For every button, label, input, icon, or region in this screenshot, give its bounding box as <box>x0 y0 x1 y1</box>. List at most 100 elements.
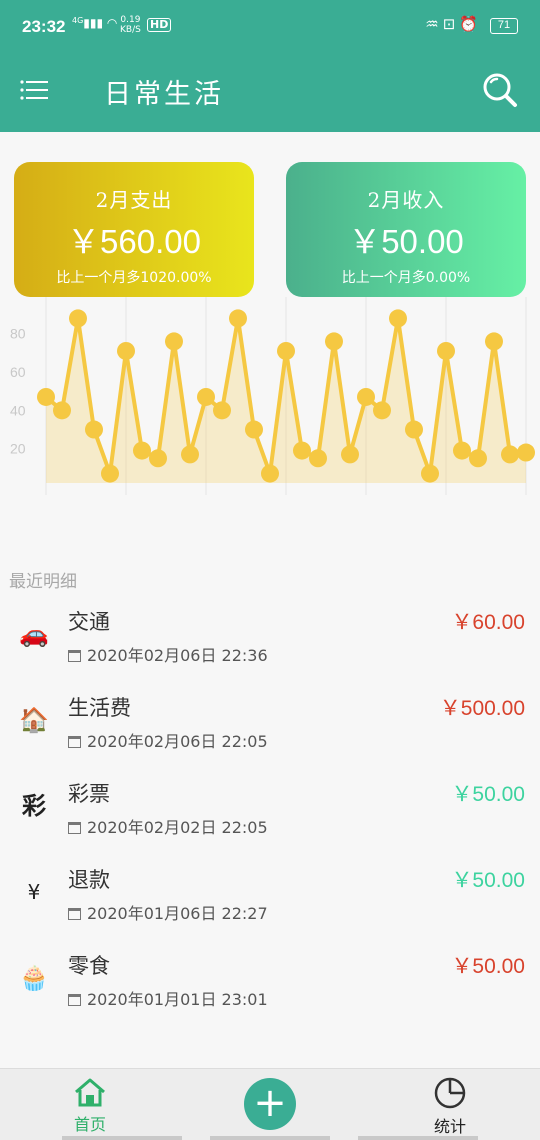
data-point <box>421 464 439 483</box>
page-title: 日常生活 <box>104 79 224 110</box>
data-point <box>309 449 327 468</box>
data-point <box>181 445 199 464</box>
nav-stats-indicator <box>358 1136 478 1140</box>
status-time: 23:32 <box>22 17 66 36</box>
add-record-button[interactable]: + <box>244 1078 296 1130</box>
snack-icon: 🧁 <box>19 964 49 992</box>
refund-icon: ¥ <box>27 880 41 904</box>
data-point <box>389 309 407 328</box>
recent-list: 🚗 交通 2020年02月06日 22:36 ￥60.00 🏠 生活费 2020… <box>0 596 540 1026</box>
expense-compare: 比上一个月多1020.00% <box>56 270 212 286</box>
item-name: 彩票 <box>68 782 110 806</box>
nav-home-label: 首页 <box>73 1115 106 1134</box>
expense-label: 2月支出 <box>95 188 173 212</box>
data-point <box>165 332 183 351</box>
y-tick-label: 80 <box>10 326 26 342</box>
expense-summary-card[interactable]: 2月支出 ￥560.00 比上一个月多1020.00% <box>14 162 254 297</box>
data-point <box>517 443 535 462</box>
data-point <box>69 309 87 328</box>
item-name: 交通 <box>68 610 110 634</box>
item-name: 零食 <box>68 954 110 978</box>
item-amount: ￥50.00 <box>451 869 525 892</box>
list-item[interactable]: 🧁 零食 2020年01月01日 23:01 ￥50.00 <box>0 940 540 1026</box>
item-date: 2020年01月01日 23:01 <box>68 986 268 1010</box>
battery-icon: 71 <box>490 18 518 34</box>
alarm-icon: ⏰ <box>459 15 482 33</box>
nav-home[interactable]: 首页 <box>60 1077 120 1137</box>
calendar-icon <box>68 650 81 662</box>
trend-chart: 20 40 60 80 <box>10 297 535 495</box>
item-date: 2020年02月06日 22:36 <box>68 642 268 666</box>
data-point <box>405 420 423 439</box>
vibrate-icon: ♒ <box>425 15 443 33</box>
data-point <box>149 449 167 468</box>
data-point <box>213 401 231 420</box>
calendar-icon <box>68 736 81 748</box>
hd-badge: HD <box>147 18 172 32</box>
nav-home-indicator <box>62 1136 182 1140</box>
item-amount: ￥60.00 <box>451 611 525 634</box>
item-date: 2020年02月02日 22:05 <box>68 814 268 838</box>
list-item[interactable]: ¥ 退款 2020年01月06日 22:27 ￥50.00 <box>0 854 540 940</box>
y-tick-label: 20 <box>10 441 26 457</box>
income-amount: ￥50.00 <box>348 223 464 260</box>
income-label: 2月收入 <box>367 188 445 212</box>
data-point <box>277 341 295 360</box>
data-point <box>469 449 487 468</box>
data-point <box>485 332 503 351</box>
nav-center-indicator <box>210 1136 330 1140</box>
net-speed: 0.19 KB/S <box>120 15 141 35</box>
list-item[interactable]: 🚗 交通 2020年02月06日 22:36 ￥60.00 <box>0 596 540 682</box>
menu-icon[interactable] <box>20 80 48 100</box>
data-point <box>197 387 215 406</box>
y-tick-label: 40 <box>10 402 26 418</box>
data-point <box>117 341 135 360</box>
item-name: 生活费 <box>68 696 131 720</box>
search-icon[interactable] <box>482 72 518 108</box>
status-bar: 23:32 4G▮▮▮ ◠ 0.19 KB/S HD ♒⊡⏰ 71 <box>0 0 540 56</box>
data-point <box>245 420 263 439</box>
data-point <box>325 332 343 351</box>
home-icon <box>75 1078 105 1107</box>
data-point <box>373 401 391 420</box>
data-point <box>85 420 103 439</box>
data-point <box>437 341 455 360</box>
data-point <box>53 401 71 420</box>
data-point <box>501 445 519 464</box>
item-amount: ￥50.00 <box>451 783 525 806</box>
data-point <box>133 441 151 460</box>
list-item[interactable]: 🏠 生活费 2020年02月06日 22:05 ￥500.00 <box>0 682 540 768</box>
calendar-icon <box>68 908 81 920</box>
expense-amount: ￥560.00 <box>67 223 201 260</box>
income-compare: 比上一个月多0.00% <box>341 270 471 286</box>
nav-stats[interactable]: 统计 <box>420 1077 480 1137</box>
item-name: 退款 <box>68 868 110 892</box>
calendar-icon <box>68 994 81 1006</box>
lottery-icon: 彩 <box>22 791 46 820</box>
lock-icon: ⊡ <box>442 15 460 33</box>
house-yen-icon: 🏠 <box>19 706 49 734</box>
data-point <box>37 387 55 406</box>
income-summary-card[interactable]: 2月收入 ￥50.00 比上一个月多0.00% <box>286 162 526 297</box>
list-item[interactable]: 彩 彩票 2020年02月02日 22:05 ￥50.00 <box>0 768 540 854</box>
data-point <box>101 464 119 483</box>
signal-icon: 4G▮▮▮ ◠ <box>72 16 118 30</box>
nav-stats-label: 统计 <box>433 1117 466 1136</box>
item-amount: ￥50.00 <box>451 955 525 978</box>
data-point <box>293 441 311 460</box>
recent-title: 最近明细 <box>9 572 77 592</box>
car-icon: 🚗 <box>19 620 49 648</box>
calendar-icon <box>68 822 81 834</box>
status-icons: ♒⊡⏰ <box>425 15 482 33</box>
y-tick-label: 60 <box>10 364 26 380</box>
pie-chart-icon <box>434 1077 466 1109</box>
data-point <box>341 445 359 464</box>
data-point <box>453 441 471 460</box>
data-point <box>357 387 375 406</box>
data-point <box>261 464 279 483</box>
item-date: 2020年01月06日 22:27 <box>68 900 268 924</box>
data-point <box>229 309 247 328</box>
item-amount: ￥500.00 <box>439 697 525 720</box>
bottom-nav: 首页 + 统计 <box>0 1068 540 1140</box>
item-date: 2020年02月06日 22:05 <box>68 728 268 752</box>
